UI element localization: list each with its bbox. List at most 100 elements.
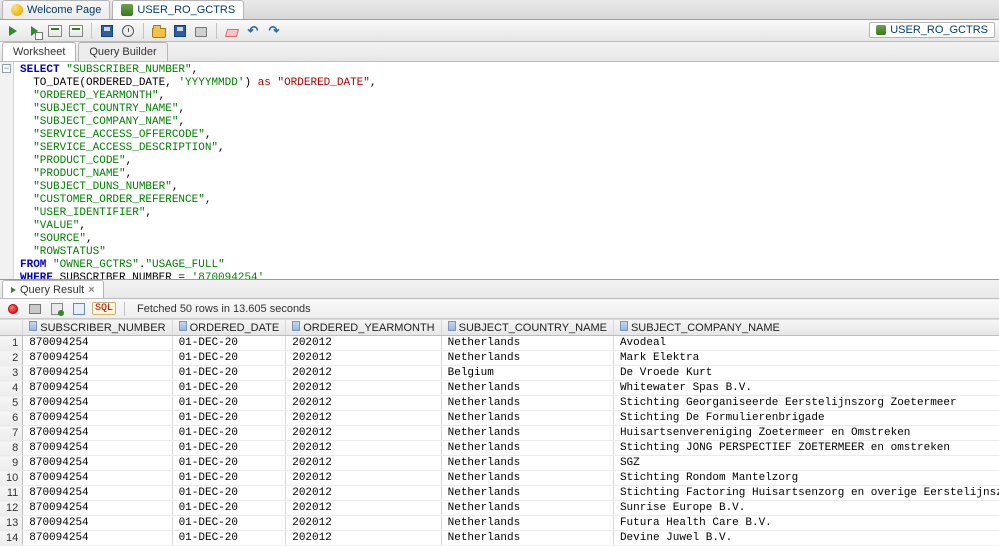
sql-badge[interactable]: SQL <box>92 302 116 315</box>
cell[interactable]: 01-DEC-20 <box>172 456 286 471</box>
cell[interactable]: 202012 <box>286 531 441 546</box>
cell[interactable]: Huisartsenvereniging Zoetermeer en Omstr… <box>613 426 999 441</box>
cell[interactable]: 870094254 <box>23 411 172 426</box>
cell[interactable]: 870094254 <box>23 426 172 441</box>
cell[interactable]: Stichting JONG PERSPECTIEF ZOETERMEER en… <box>613 441 999 456</box>
cell[interactable]: 870094254 <box>23 486 172 501</box>
cell[interactable]: 202012 <box>286 441 441 456</box>
undo-button[interactable]: ↶ <box>244 22 262 40</box>
cell[interactable]: 01-DEC-20 <box>172 501 286 516</box>
wrap-button[interactable] <box>70 300 88 318</box>
cell[interactable]: SGZ <box>613 456 999 471</box>
sql-history-button[interactable] <box>119 22 137 40</box>
cell[interactable]: Stichting Georganiseerde Eerstelijnszorg… <box>613 396 999 411</box>
open-button[interactable] <box>150 22 168 40</box>
cell[interactable]: Sunrise Europe B.V. <box>613 501 999 516</box>
pin-button[interactable] <box>4 300 22 318</box>
save-button[interactable] <box>171 22 189 40</box>
cell[interactable]: 870094254 <box>23 531 172 546</box>
cell[interactable]: Netherlands <box>441 411 613 426</box>
cell[interactable]: 01-DEC-20 <box>172 351 286 366</box>
cell[interactable]: 202012 <box>286 366 441 381</box>
cell[interactable]: 01-DEC-20 <box>172 516 286 531</box>
file-tab-welcome[interactable]: Welcome Page <box>2 0 110 19</box>
export-button[interactable] <box>48 300 66 318</box>
cell[interactable]: Netherlands <box>441 531 613 546</box>
table-row[interactable]: 1187009425401-DEC-20202012NetherlandsSti… <box>0 486 999 501</box>
cell[interactable]: 870094254 <box>23 366 172 381</box>
cell[interactable]: Netherlands <box>441 426 613 441</box>
cell[interactable]: 01-DEC-20 <box>172 441 286 456</box>
cell[interactable]: Netherlands <box>441 501 613 516</box>
table-row[interactable]: 1087009425401-DEC-20202012NetherlandsSti… <box>0 471 999 486</box>
cell[interactable]: 202012 <box>286 381 441 396</box>
run-statement-button[interactable] <box>4 22 22 40</box>
print-button[interactable] <box>192 22 210 40</box>
cell[interactable]: Netherlands <box>441 486 613 501</box>
table-row[interactable]: 787009425401-DEC-20202012NetherlandsHuis… <box>0 426 999 441</box>
cell[interactable]: Netherlands <box>441 456 613 471</box>
cell[interactable]: Whitewater Spas B.V. <box>613 381 999 396</box>
cell[interactable]: 870094254 <box>23 471 172 486</box>
table-row[interactable]: 1287009425401-DEC-20202012NetherlandsSun… <box>0 501 999 516</box>
cell[interactable]: 870094254 <box>23 456 172 471</box>
cell[interactable]: 870094254 <box>23 336 172 351</box>
cell[interactable]: Stichting Rondom Mantelzorg <box>613 471 999 486</box>
tab-worksheet[interactable]: Worksheet <box>2 42 76 61</box>
run-script-button[interactable] <box>25 22 43 40</box>
table-row[interactable]: 287009425401-DEC-20202012NetherlandsMark… <box>0 351 999 366</box>
table-row[interactable]: 487009425401-DEC-20202012NetherlandsWhit… <box>0 381 999 396</box>
table-row[interactable]: 987009425401-DEC-20202012NetherlandsSGZ1… <box>0 456 999 471</box>
cell[interactable]: Belgium <box>441 366 613 381</box>
column-header[interactable]: SUBSCRIBER_NUMBER <box>23 320 172 336</box>
cell[interactable]: Netherlands <box>441 471 613 486</box>
cell[interactable]: Netherlands <box>441 516 613 531</box>
cell[interactable]: Futura Health Care B.V. <box>613 516 999 531</box>
close-icon[interactable]: × <box>88 284 94 296</box>
cell[interactable]: 870094254 <box>23 501 172 516</box>
cell[interactable]: 01-DEC-20 <box>172 486 286 501</box>
cell[interactable]: Netherlands <box>441 381 613 396</box>
sql-code[interactable]: SELECT "SUBSCRIBER_NUMBER", TO_DATE(ORDE… <box>16 62 999 280</box>
cell[interactable]: 202012 <box>286 351 441 366</box>
cell[interactable]: 01-DEC-20 <box>172 336 286 351</box>
autotrace-button[interactable] <box>67 22 85 40</box>
tab-query-builder[interactable]: Query Builder <box>78 42 167 61</box>
cell[interactable]: 202012 <box>286 516 441 531</box>
cell[interactable]: 202012 <box>286 396 441 411</box>
cell[interactable]: Mark Elektra <box>613 351 999 366</box>
cell[interactable]: 01-DEC-20 <box>172 426 286 441</box>
column-header[interactable]: SUBJECT_COUNTRY_NAME <box>441 320 613 336</box>
cell[interactable]: 202012 <box>286 336 441 351</box>
cell[interactable]: 202012 <box>286 501 441 516</box>
clear-button[interactable] <box>223 22 241 40</box>
cell[interactable]: 202012 <box>286 411 441 426</box>
cell[interactable]: 870094254 <box>23 516 172 531</box>
cell[interactable]: 870094254 <box>23 396 172 411</box>
cell[interactable]: Netherlands <box>441 336 613 351</box>
table-row[interactable]: 1387009425401-DEC-20202012NetherlandsFut… <box>0 516 999 531</box>
table-row[interactable]: 687009425401-DEC-20202012NetherlandsStic… <box>0 411 999 426</box>
table-row[interactable]: 587009425401-DEC-20202012NetherlandsStic… <box>0 396 999 411</box>
cell[interactable]: Netherlands <box>441 351 613 366</box>
cell[interactable]: 202012 <box>286 486 441 501</box>
cell[interactable]: Stichting De Formulierenbrigade <box>613 411 999 426</box>
redo-button[interactable]: ↷ <box>265 22 283 40</box>
cell[interactable]: Avodeal <box>613 336 999 351</box>
cell[interactable]: 01-DEC-20 <box>172 396 286 411</box>
explain-plan-button[interactable] <box>46 22 64 40</box>
cell[interactable]: 01-DEC-20 <box>172 366 286 381</box>
tab-query-result[interactable]: Query Result × <box>2 280 104 298</box>
column-header[interactable]: ORDERED_DATE <box>172 320 286 336</box>
result-grid[interactable]: SUBSCRIBER_NUMBERORDERED_DATEORDERED_YEA… <box>0 320 999 545</box>
cell[interactable]: 870094254 <box>23 381 172 396</box>
cell[interactable]: 870094254 <box>23 441 172 456</box>
table-row[interactable]: 1487009425401-DEC-20202012NetherlandsDev… <box>0 531 999 546</box>
cell[interactable]: 01-DEC-20 <box>172 471 286 486</box>
table-row[interactable]: 387009425401-DEC-20202012BelgiumDe Vroed… <box>0 366 999 381</box>
column-header[interactable]: ORDERED_YEARMONTH <box>286 320 441 336</box>
cell[interactable]: 01-DEC-20 <box>172 531 286 546</box>
column-header[interactable]: SUBJECT_COMPANY_NAME <box>613 320 999 336</box>
table-row[interactable]: 887009425401-DEC-20202012NetherlandsStic… <box>0 441 999 456</box>
cell[interactable]: Devine Juwel B.V. <box>613 531 999 546</box>
